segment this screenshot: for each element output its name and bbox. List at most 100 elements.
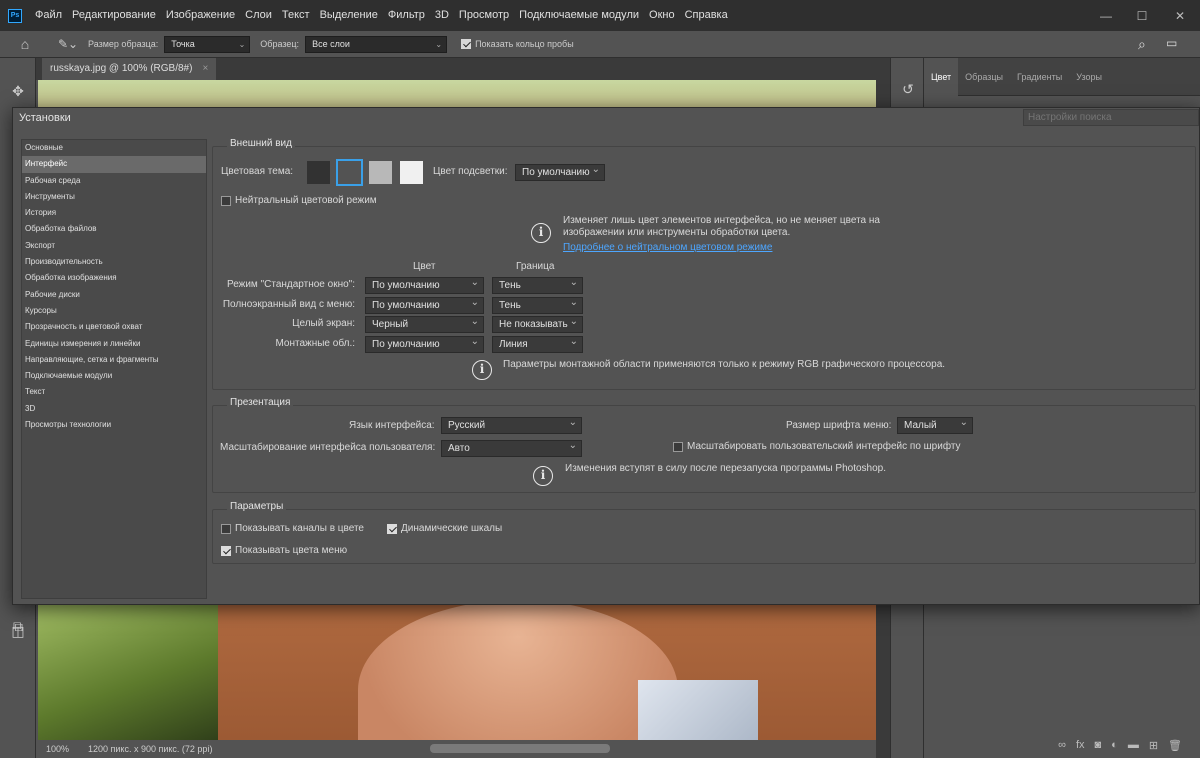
fx-icon[interactable]: fx xyxy=(1076,739,1085,751)
menu-item[interactable]: Изображение xyxy=(161,0,240,31)
parameters-group: Параметры xyxy=(212,501,1196,564)
neutral-mode-checkbox[interactable] xyxy=(221,196,231,206)
minimize-button[interactable]: — xyxy=(1086,0,1126,31)
menu-item[interactable]: Фильтр xyxy=(383,0,430,31)
sample-select[interactable]: Все слои ⌄ xyxy=(305,35,448,53)
scale-to-font-checkbox[interactable] xyxy=(673,442,683,452)
show-channels-color-checkbox[interactable] xyxy=(221,524,231,534)
move-tool-icon[interactable]: ✥ xyxy=(0,78,36,104)
ui-language-select[interactable]: Русский xyxy=(441,415,582,434)
photo-neck xyxy=(358,600,678,740)
nav-item[interactable]: Производительность xyxy=(22,254,206,270)
mode-border-select[interactable]: Не показывать xyxy=(492,314,583,334)
menu-item[interactable]: Слои xyxy=(240,0,277,31)
menu-font-size-select[interactable]: Малый xyxy=(897,415,973,434)
document-tab[interactable]: russkaya.jpg @ 100% (RGB/8#) × xyxy=(42,58,217,80)
color-theme-swatch[interactable] xyxy=(307,161,330,184)
nav-item[interactable]: Подключаемые модули xyxy=(22,368,206,384)
trash-icon[interactable]: 🗑 xyxy=(1168,739,1182,752)
nav-item[interactable]: Инструменты xyxy=(22,189,206,205)
show-menu-colors-checkbox[interactable] xyxy=(221,546,231,556)
history-icon[interactable]: ↺ xyxy=(891,76,925,102)
nav-item[interactable]: Текст xyxy=(22,384,206,400)
nav-item[interactable]: Прозрачность и цветовой охват xyxy=(22,319,206,335)
nav-item[interactable]: Рабочая среда xyxy=(22,173,206,189)
sample-size-label: Размер образца: xyxy=(88,39,159,49)
info-icon: i xyxy=(472,360,492,380)
search-icon[interactable]: ⌕ xyxy=(1138,36,1146,53)
preferences-nav: Основные Интерфейс Рабочая среда Инструмент… xyxy=(21,139,207,599)
sample-size-select[interactable]: Точка ⌄ xyxy=(164,35,251,53)
adjustment-layer-icon[interactable]: ◐ xyxy=(1111,739,1118,751)
info-icon: i xyxy=(533,466,553,486)
menu-item[interactable]: 3D xyxy=(430,0,454,31)
menu-item[interactable]: Выделение xyxy=(315,0,383,31)
neutral-mode-link[interactable]: Подробнее о нейтральном цветовом режиме xyxy=(563,242,772,253)
layer-mask-icon[interactable]: ◙ xyxy=(1095,739,1102,751)
artboard-note: Параметры монтажной области применяются … xyxy=(503,359,946,370)
mode-row-label: Целый экран: xyxy=(292,318,355,330)
nav-item[interactable]: История xyxy=(22,205,206,221)
close-tab-icon[interactable]: × xyxy=(202,63,208,74)
nav-item[interactable]: 3D xyxy=(22,401,206,417)
nav-item[interactable]: Рабочие диски xyxy=(22,287,206,303)
dynamic-sliders-checkbox[interactable] xyxy=(387,524,397,534)
neutral-mode-label: Нейтральный цветовой режим xyxy=(235,195,377,206)
photo-blouse xyxy=(638,680,758,740)
mode-color-select[interactable]: По умолчанию xyxy=(365,295,484,314)
mode-border-select[interactable]: Линия xyxy=(492,334,583,354)
show-channels-color-label: Показывать каналы в цвете xyxy=(235,523,364,534)
panel-tab[interactable]: Градиенты xyxy=(1010,58,1069,96)
menu-item[interactable]: Окно xyxy=(644,0,680,31)
nav-item[interactable]: Интерфейс xyxy=(22,156,206,173)
eyedropper-tool-icon[interactable]: ✎⌄ xyxy=(50,31,86,57)
nav-item[interactable]: Обработка изображения xyxy=(22,270,206,286)
mode-color-select[interactable]: По умолчанию xyxy=(365,334,484,354)
panel-tab[interactable]: Цвет xyxy=(924,57,959,96)
dialog-title: Установки xyxy=(19,112,71,124)
maximize-button[interactable]: ☐ xyxy=(1122,0,1162,31)
nav-item[interactable]: Курсоры xyxy=(22,303,206,319)
nav-item[interactable]: Просмотры технологии xyxy=(22,417,206,433)
panel-tab[interactable]: Узоры xyxy=(1069,58,1109,96)
screen-mode-icon[interactable]: ⧉ xyxy=(0,613,36,639)
nav-item[interactable]: Обработка файлов xyxy=(22,221,206,237)
mode-color-select[interactable]: По умолчанию xyxy=(365,275,484,294)
nav-item[interactable]: Основные xyxy=(22,140,206,156)
settings-search-input[interactable] xyxy=(1023,109,1199,126)
menu-item[interactable]: Просмотр xyxy=(454,0,514,31)
home-icon[interactable]: ⌂ xyxy=(0,31,50,57)
color-theme-swatch[interactable] xyxy=(400,161,423,184)
link-layers-icon[interactable]: ∞ xyxy=(1058,739,1066,751)
menu-item[interactable]: Редактирование xyxy=(67,0,161,31)
restart-note: Изменения вступят в силу после перезапус… xyxy=(565,463,887,474)
color-theme-swatch[interactable] xyxy=(369,161,392,184)
menu-item[interactable]: Подключаемые модули xyxy=(514,0,644,31)
appearance-title: Внешний вид xyxy=(227,138,295,149)
menu-item[interactable]: Файл xyxy=(30,0,67,31)
nav-item[interactable]: Единицы измерения и линейки xyxy=(22,336,206,352)
ui-scaling-select[interactable]: Авто xyxy=(441,438,582,457)
show-ring-checkbox[interactable] xyxy=(461,39,472,49)
neutral-info-line1: Изменяет лишь цвет элементов интерфейса,… xyxy=(563,215,880,226)
panel-tab[interactable]: Образцы xyxy=(958,58,1010,96)
mode-border-select[interactable]: Тень xyxy=(492,275,583,294)
nav-item[interactable]: Экспорт xyxy=(22,238,206,254)
color-theme-swatch[interactable] xyxy=(336,159,363,186)
menu-item[interactable]: Текст xyxy=(277,0,315,31)
layers-footer: ∞ fx ◙ ◐ ▬ ⊞ 🗑 xyxy=(924,734,1200,756)
close-window-button[interactable]: ✕ xyxy=(1160,0,1200,31)
show-menu-colors-label: Показывать цвета меню xyxy=(235,545,348,556)
zoom-level[interactable]: 100% xyxy=(38,744,82,754)
menu-item[interactable]: Справка xyxy=(680,0,733,31)
horizontal-scrollbar[interactable] xyxy=(430,744,610,753)
new-layer-icon[interactable]: ⊞ xyxy=(1149,739,1158,752)
mode-border-select[interactable]: Тень xyxy=(492,295,583,314)
nav-item[interactable]: Направляющие, сетка и фрагменты xyxy=(22,352,206,368)
workspace-icon[interactable]: ▭ xyxy=(1166,36,1177,50)
mode-color-select[interactable]: Черный xyxy=(365,314,484,334)
highlight-color-select[interactable]: По умолчанию xyxy=(515,162,605,181)
ui-scaling-label: Масштабирование интерфейса пользователя: xyxy=(220,442,436,453)
document-tab-bar: russkaya.jpg @ 100% (RGB/8#) × xyxy=(36,58,890,80)
group-folder-icon[interactable]: ▬ xyxy=(1128,739,1139,751)
